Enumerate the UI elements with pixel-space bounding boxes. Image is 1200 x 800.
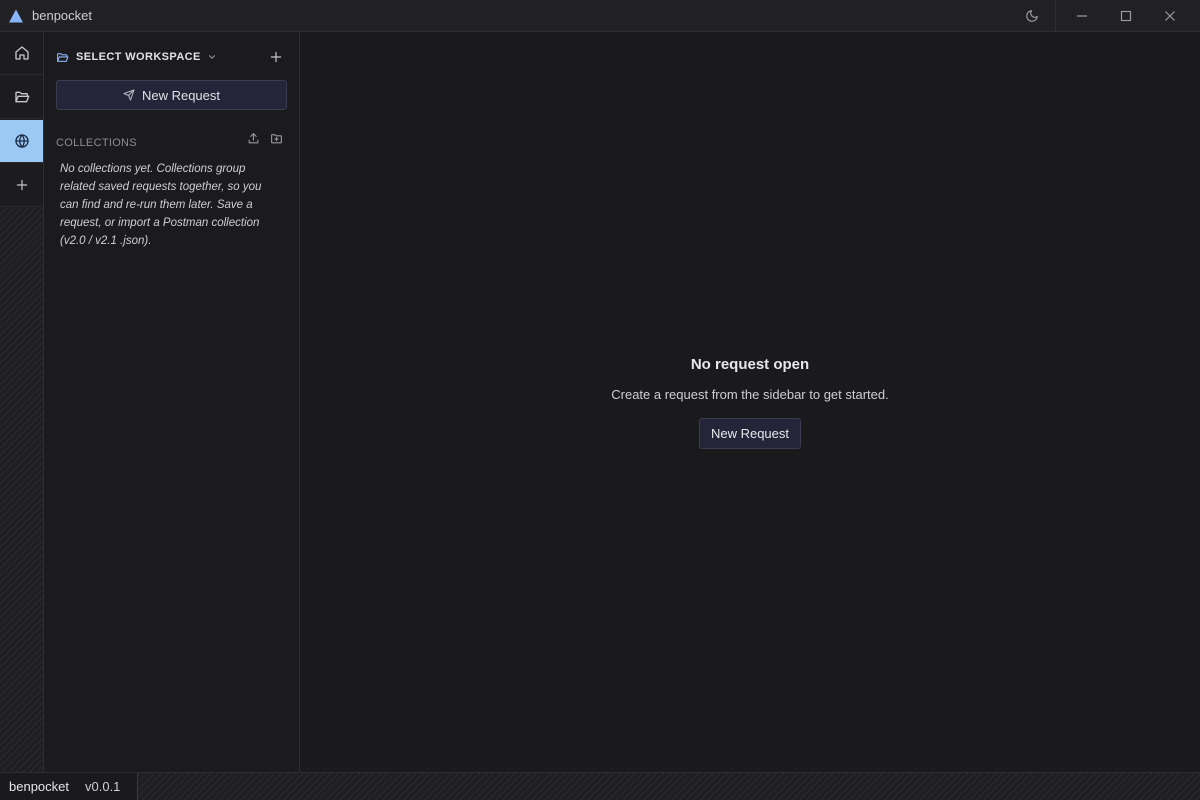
rail-requests-button[interactable]	[0, 120, 43, 163]
rail-home-button[interactable]	[0, 32, 43, 75]
activity-rail	[0, 32, 44, 772]
rail-add-button[interactable]	[0, 164, 43, 207]
app-logo-icon	[8, 8, 24, 24]
maximize-icon	[1120, 10, 1132, 22]
home-icon	[14, 45, 30, 61]
title-bar: benpocket	[0, 0, 1200, 32]
theme-toggle-button[interactable]	[1010, 0, 1054, 31]
folder-open-icon	[14, 89, 30, 105]
close-button[interactable]	[1148, 0, 1192, 31]
collections-label: COLLECTIONS	[56, 137, 137, 149]
new-collection-button[interactable]	[270, 132, 283, 145]
status-bar: benpocket v0.0.1	[0, 772, 1200, 800]
new-request-button[interactable]: New Request	[56, 80, 287, 110]
rail-workspaces-button[interactable]	[0, 76, 43, 119]
chevron-down-icon	[207, 52, 217, 62]
sidebar: SELECT WORKSPACE New Request COLLECTIONS…	[44, 32, 300, 772]
globe-icon	[14, 133, 30, 149]
moon-icon	[1025, 9, 1039, 23]
collections-empty-message: No collections yet. Collections group re…	[60, 163, 262, 247]
collections-header: COLLECTIONS	[56, 132, 288, 149]
status-version: v0.0.1	[85, 779, 121, 794]
folder-open-icon	[56, 51, 69, 64]
new-request-button[interactable]: New Request	[699, 418, 801, 449]
plus-icon	[15, 178, 29, 192]
send-icon	[123, 89, 135, 101]
titlebar-divider	[1055, 0, 1056, 31]
upload-icon	[248, 133, 259, 144]
status-info: benpocket v0.0.1	[0, 773, 138, 800]
minimize-button[interactable]	[1060, 0, 1104, 31]
workspace-selector[interactable]: SELECT WORKSPACE	[56, 48, 288, 66]
minimize-icon	[1076, 10, 1088, 22]
add-workspace-button[interactable]	[266, 47, 286, 67]
new-request-label: New Request	[141, 87, 221, 103]
import-collection-button[interactable]	[247, 132, 260, 145]
close-icon	[1164, 10, 1176, 22]
workspace-label: SELECT WORKSPACE	[76, 51, 201, 63]
app-title: benpocket	[32, 8, 92, 23]
folder-plus-icon	[271, 134, 282, 144]
empty-state-title: No request open	[690, 356, 810, 373]
empty-state-subtitle: Create a request from the sidebar to get…	[611, 387, 889, 402]
main-panel: No request open Create a request from th…	[300, 32, 1200, 772]
plus-icon	[269, 50, 283, 64]
status-app-name: benpocket	[9, 779, 69, 794]
maximize-button[interactable]	[1104, 0, 1148, 31]
